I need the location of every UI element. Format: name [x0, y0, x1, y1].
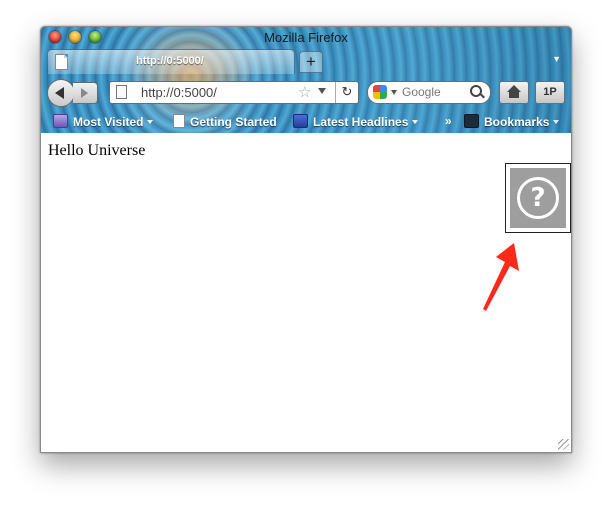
page-icon	[116, 85, 127, 99]
new-tab-button[interactable]: +	[299, 51, 323, 73]
search-placeholder[interactable]: Google	[402, 85, 441, 99]
rss-icon	[293, 114, 308, 128]
onepassword-button[interactable]: 1P	[535, 81, 565, 104]
bookmark-most-visited[interactable]: Most Visited	[53, 114, 154, 130]
chevron-down-icon	[412, 120, 419, 124]
most-visited-icon	[53, 114, 68, 128]
chevron-down-icon	[553, 120, 560, 124]
url-text[interactable]: http://0:5000/	[141, 85, 217, 100]
tab-localhost[interactable]: http://0:5000/	[47, 49, 295, 74]
resize-grip[interactable]	[558, 439, 569, 450]
url-history-dropdown-icon[interactable]	[318, 88, 326, 94]
page-content: Hello Universe ?	[41, 133, 571, 452]
back-forward-group	[47, 79, 99, 107]
url-bar[interactable]: http://0:5000/ ☆ ↻	[109, 81, 359, 104]
home-button[interactable]	[499, 81, 529, 104]
help-widget-background: ?	[510, 168, 566, 228]
help-widget[interactable]: ?	[505, 163, 571, 233]
bookmark-star-icon[interactable]: ☆	[298, 83, 311, 101]
search-engine-dropdown-icon[interactable]	[391, 90, 397, 95]
tab-list-chevron-icon[interactable]: ▼	[552, 54, 561, 64]
bookmark-label: Most Visited	[73, 115, 144, 129]
bookmarks-star-icon	[464, 114, 479, 128]
page-text: Hello Universe	[48, 142, 146, 159]
google-icon[interactable]	[373, 85, 387, 99]
navigation-toolbar: http://0:5000/ ☆ ↻ Google 1P	[41, 73, 571, 111]
title-bar: Mozilla Firefox	[41, 27, 571, 47]
bookmarks-menu-button[interactable]: Bookmarks	[464, 114, 560, 130]
bookmark-label: Getting Started	[190, 115, 277, 129]
bookmarks-menu-label: Bookmarks	[484, 115, 550, 129]
tab-strip: http://0:5000/ + ▼	[41, 47, 571, 74]
page-icon	[55, 54, 68, 70]
arrow-shape	[483, 243, 519, 311]
back-button[interactable]	[47, 79, 75, 107]
bookmark-getting-started[interactable]: Getting Started	[173, 114, 277, 130]
page-icon	[173, 114, 185, 128]
browser-window: Mozilla Firefox http://0:5000/ + ▼ http:…	[40, 26, 572, 453]
bookmarks-overflow-chevron[interactable]: »	[445, 114, 452, 128]
question-mark-icon: ?	[517, 177, 559, 219]
tab-label: http://0:5000/	[136, 55, 204, 67]
bookmark-latest-headlines[interactable]: Latest Headlines	[293, 114, 419, 130]
bookmarks-toolbar: Most Visited Getting Started Latest Head…	[41, 111, 571, 133]
reload-icon[interactable]: ↻	[335, 82, 358, 103]
red-arrow-annotation	[483, 243, 519, 311]
forward-button[interactable]	[73, 82, 98, 104]
chevron-down-icon	[147, 120, 154, 124]
search-bar[interactable]: Google	[367, 81, 491, 104]
window-title: Mozilla Firefox	[264, 30, 348, 45]
search-icon[interactable]	[470, 85, 482, 97]
bookmark-label: Latest Headlines	[313, 115, 409, 129]
